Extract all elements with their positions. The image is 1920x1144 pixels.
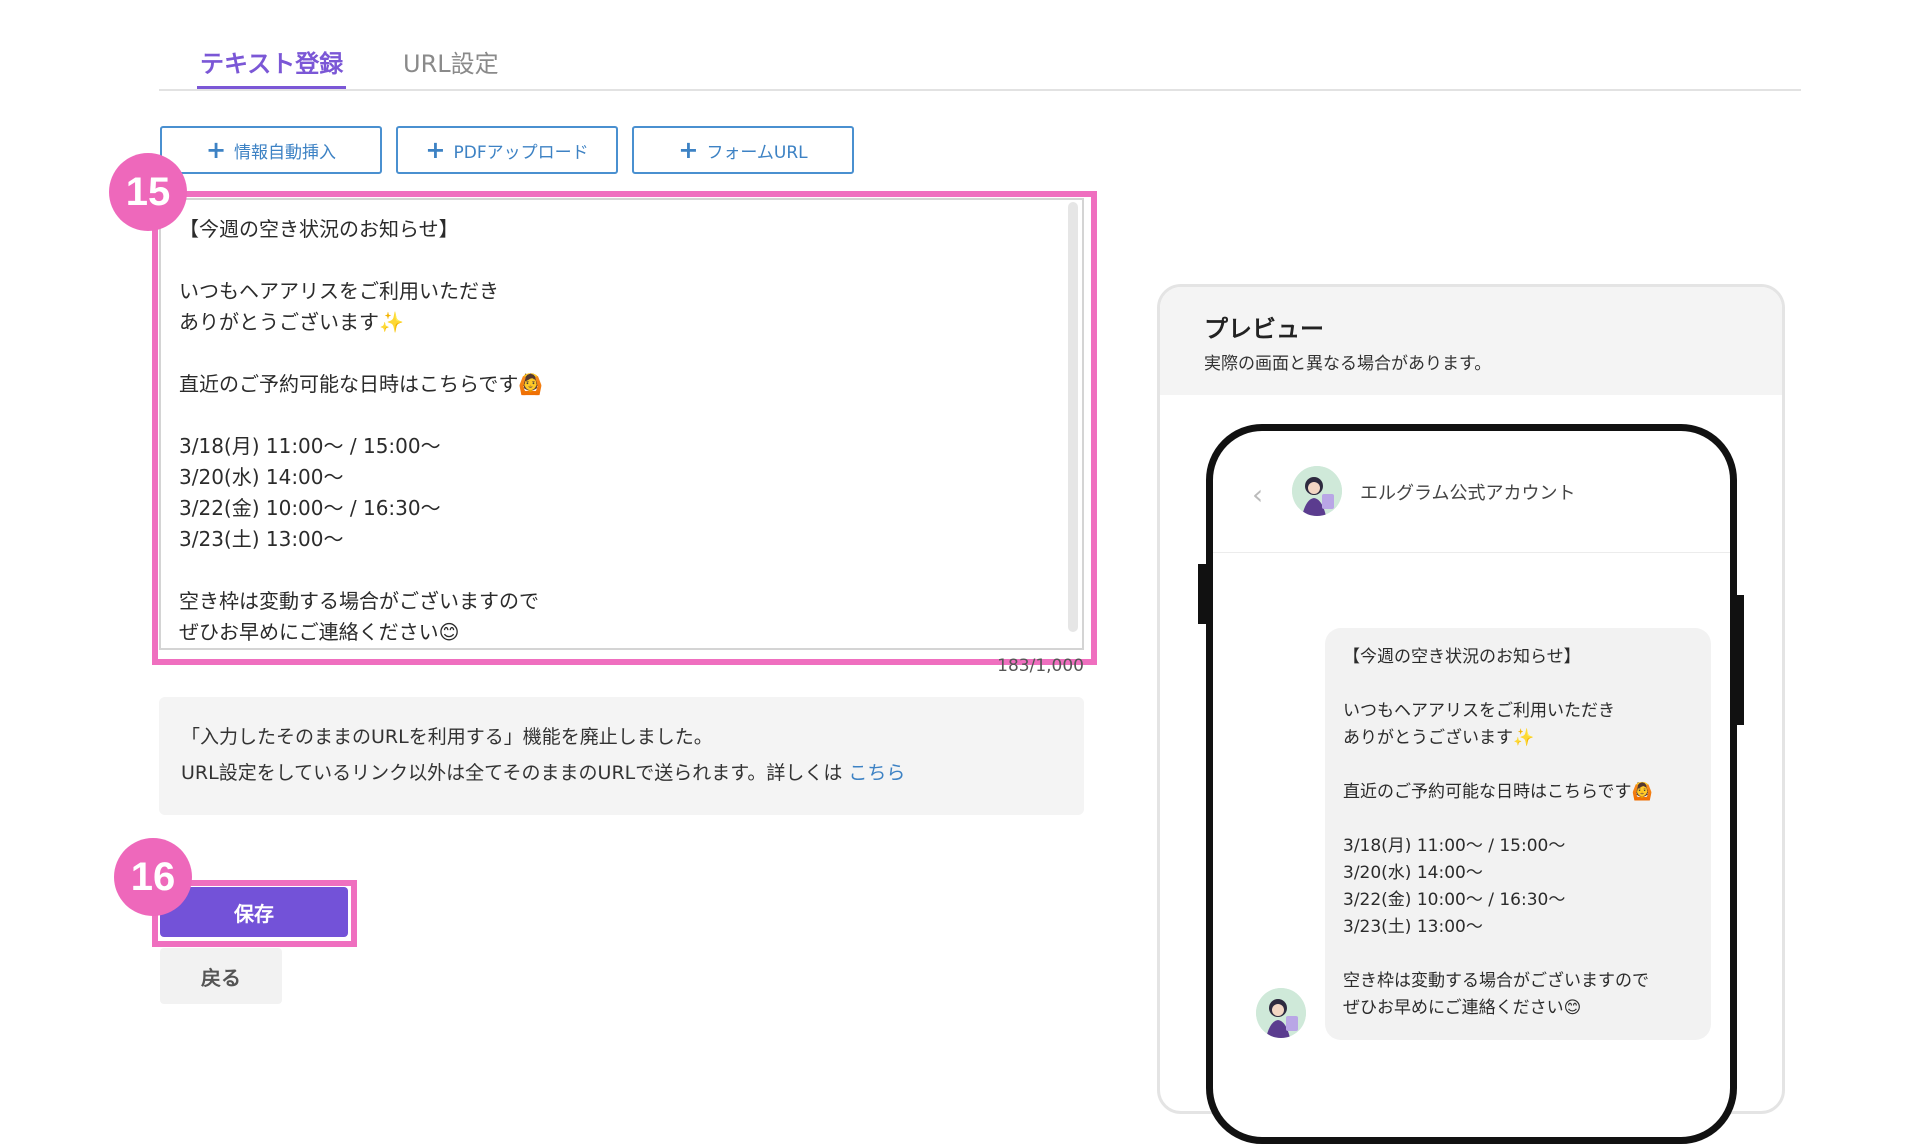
plus-icon: +: [205, 136, 227, 164]
phone-header-divider: [1213, 552, 1730, 553]
plus-icon: +: [678, 136, 699, 164]
back-button[interactable]: 戻る: [160, 948, 282, 1004]
account-avatar: [1292, 466, 1342, 516]
sender-avatar: [1256, 988, 1306, 1038]
message-bubble: 【今週の空き状況のお知らせ】 いつもヘアアリスをご利用いただき ありがとうござい…: [1325, 628, 1711, 1040]
tab-url-settings[interactable]: URL設定: [403, 44, 499, 90]
plus-icon: +: [425, 136, 446, 164]
step-badge-15: 15: [109, 153, 187, 231]
form-url-button[interactable]: + フォームURL: [632, 126, 854, 174]
notice-line-2: URL設定をしているリンク以外は全てそのままのURLで送られます。詳しくは こち…: [181, 755, 1062, 791]
character-counter: 183/1,000: [997, 656, 1084, 676]
pdf-upload-button[interactable]: + PDFアップロード: [396, 126, 618, 174]
tabs-divider: [159, 89, 1801, 91]
auto-insert-info-label: 情報自動挿入: [234, 142, 337, 163]
url-feature-notice: 「入力したそのままのURLを利用する」機能を廃止しました。 URL設定をしている…: [159, 697, 1084, 815]
avatar-illustration-icon: [1292, 466, 1342, 516]
chevron-left-icon: ‹: [1252, 478, 1264, 511]
notice-line-2-text: URL設定をしているリンク以外は全てそのままのURLで送られます。詳しくは: [181, 762, 843, 784]
pdf-upload-label: PDFアップロード: [453, 142, 589, 163]
form-url-label: フォームURL: [706, 142, 808, 163]
preview-subtitle: 実際の画面と異なる場合があります。: [1204, 354, 1492, 374]
highlight-box-textarea: [152, 191, 1097, 665]
details-link[interactable]: こちら: [848, 762, 905, 784]
notice-line-1: 「入力したそのままのURLを利用する」機能を廃止しました。: [181, 726, 713, 748]
avatar-illustration-icon: [1256, 988, 1306, 1038]
phone-side-button-left: [1198, 564, 1208, 624]
tab-text-registration[interactable]: テキスト登録: [197, 44, 347, 90]
phone-side-button-right: [1734, 595, 1744, 725]
auto-insert-info-button[interactable]: + 情報自動挿入: [160, 126, 382, 174]
account-name: エルグラム公式アカウント: [1360, 483, 1576, 504]
step-badge-16: 16: [114, 838, 192, 916]
preview-title: プレビュー: [1204, 315, 1324, 343]
